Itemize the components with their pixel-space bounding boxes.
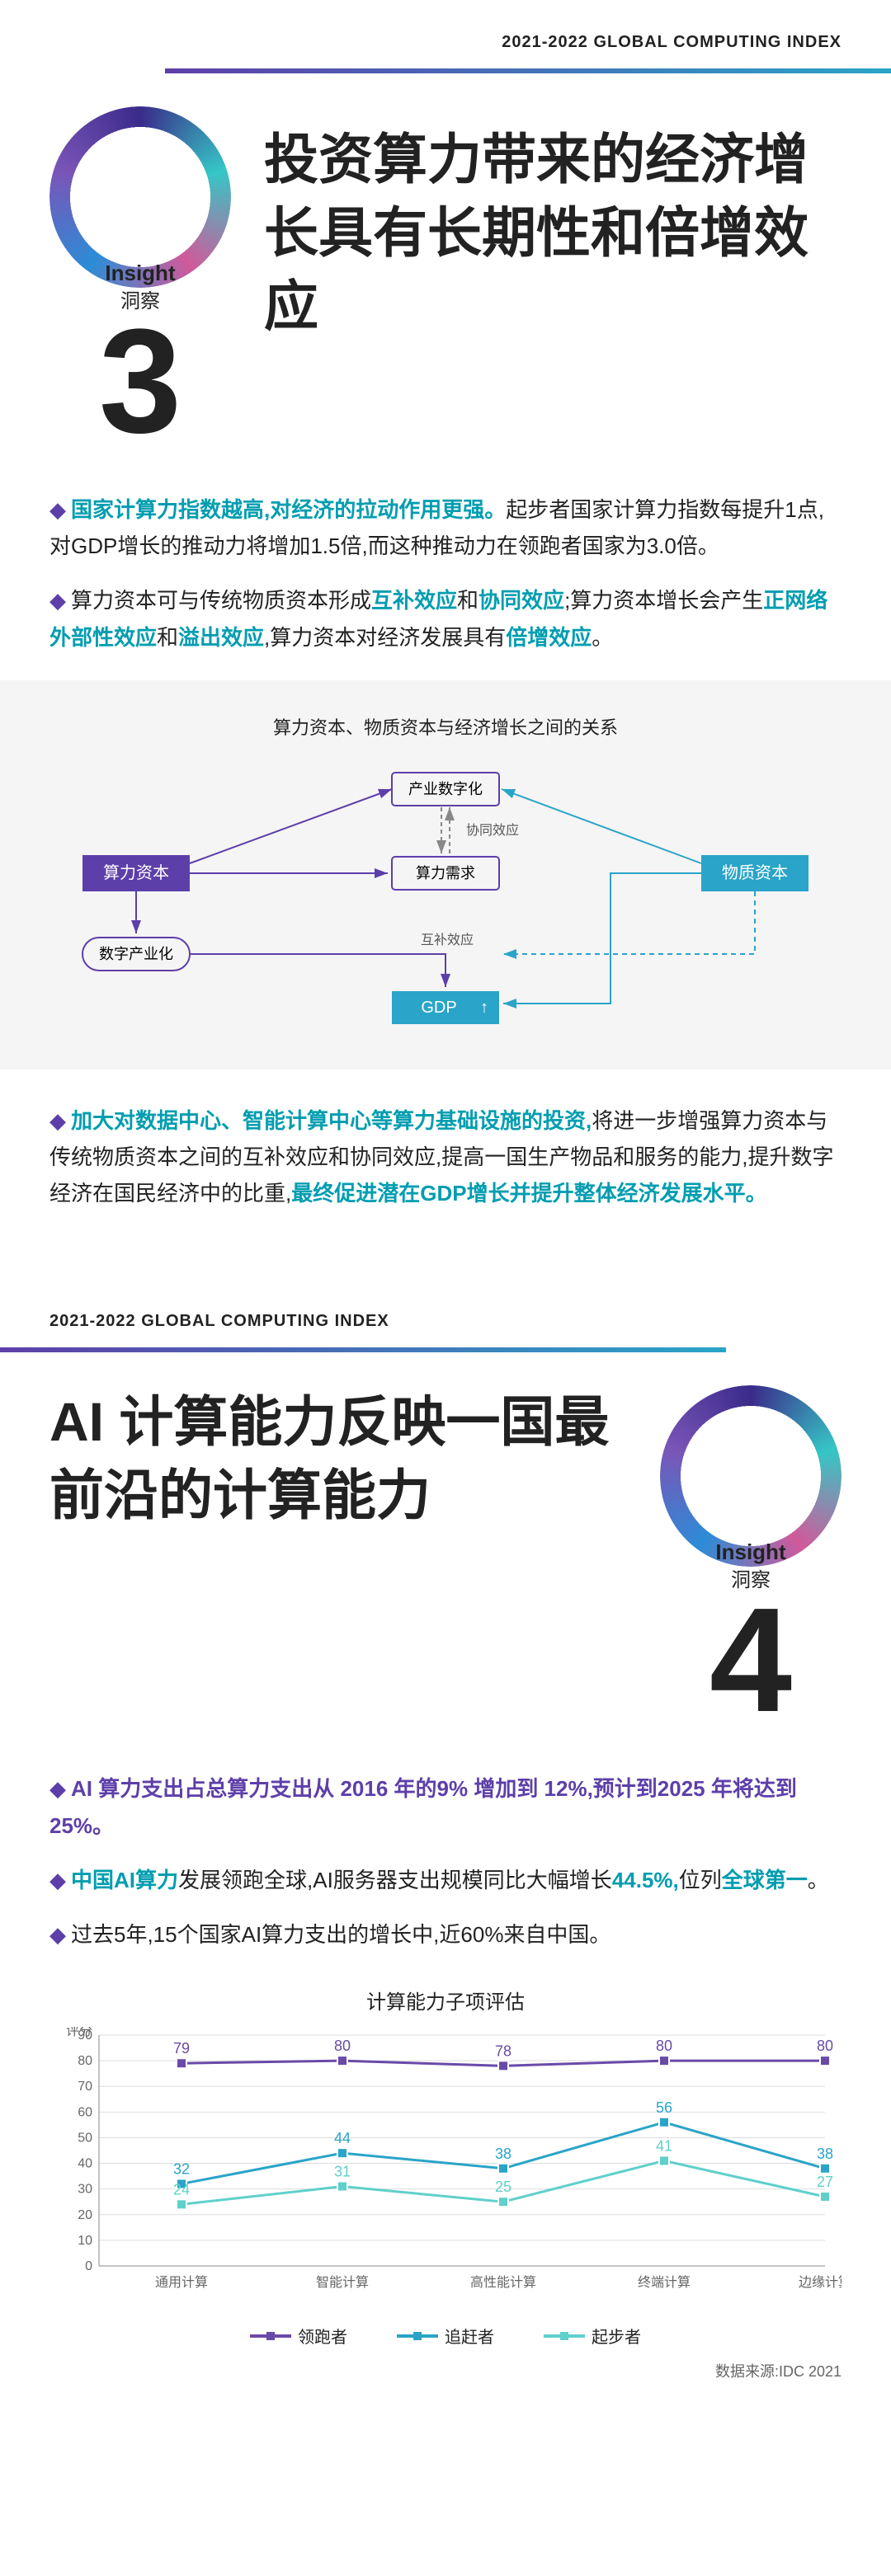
legend-swatch-chaser	[397, 2334, 438, 2338]
insight3-number: 3	[50, 296, 231, 467]
svg-text:41: 41	[656, 2138, 672, 2155]
node-industry: 产业数字化	[408, 781, 483, 797]
insight3-body: ◆国家计算力指数越高,对经济的拉动作用更强。起步者国家计算力指数每提升1点,对G…	[50, 491, 842, 656]
legend-label-chaser: 追赶者	[445, 2324, 494, 2348]
svg-text:78: 78	[495, 2042, 512, 2059]
insight3-p1-hl: 国家计算力指数越高,对经济的拉动作用更强。	[71, 497, 506, 522]
svg-text:高性能计算: 高性能计算	[470, 2274, 536, 2290]
legend-leader: 领跑者	[250, 2324, 347, 2348]
svg-text:70: 70	[78, 2080, 92, 2094]
legend-swatch-leader	[250, 2334, 291, 2338]
bullet-icon: ◆	[50, 1108, 66, 1133]
page-header-insight3: 2021-2022 GLOBAL COMPUTING INDEX	[0, 0, 891, 68]
svg-text:31: 31	[334, 2164, 351, 2180]
svg-text:24: 24	[173, 2181, 190, 2198]
legend-swatch-starter	[544, 2334, 585, 2338]
insight4-p3: ◆过去5年,15个国家AI算力支出的增长中,近60%来自中国。	[50, 1916, 842, 1953]
svg-text:30: 30	[78, 2183, 92, 2197]
chart-legend: 领跑者 追赶者 起步者	[50, 2324, 842, 2348]
insight3-badge-label: Insight 洞察	[105, 261, 175, 313]
svg-text:27: 27	[817, 2174, 833, 2190]
legend-label-starter: 起步者	[592, 2324, 641, 2348]
bullet-icon: ◆	[50, 1868, 66, 1892]
insight3-p3: ◆加大对数据中心、智能计算中心等算力基础设施的投资,将进一步增强算力资本与传统物…	[50, 1102, 842, 1212]
svg-text:80: 80	[78, 2054, 92, 2068]
header-rule-insight4	[0, 1347, 726, 1352]
insight3-body2: ◆加大对数据中心、智能计算中心等算力基础设施的投资,将进一步增强算力资本与传统物…	[50, 1102, 842, 1212]
svg-text:0: 0	[85, 2259, 92, 2273]
svg-text:38: 38	[817, 2146, 833, 2162]
insight4-block: AI 计算能力反映一国最前沿的计算能力 Insight 洞察 4	[50, 1385, 842, 1746]
insight4-label-cn: 洞察	[715, 1563, 785, 1592]
insight4-p1: ◆AI 算力支出占总算力支出从 2016 年的9% 增加到 12%,预计到202…	[50, 1770, 842, 1843]
svg-text:60: 60	[78, 2105, 92, 2119]
node-gdp: GDP	[421, 999, 456, 1017]
bullet-icon: ◆	[50, 1776, 66, 1801]
svg-text:25: 25	[495, 2179, 512, 2195]
insight3-badge-wrap: Insight 洞察 3	[50, 106, 231, 467]
svg-text:38: 38	[495, 2146, 512, 2162]
insight3-p2: ◆算力资本可与传统物质资本形成互补效应和协同效应;算力资本增长会产生正网络外部性…	[50, 582, 842, 655]
insight3-p1: ◆国家计算力指数越高,对经济的拉动作用更强。起步者国家计算力指数每提升1点,对G…	[50, 491, 842, 564]
svg-text:80: 80	[334, 2038, 351, 2054]
diagram-svg: 算力资本 物质资本 产业数字化 算力需求 数字产业化 GDP ↑ 协同效应 互补…	[66, 764, 825, 1028]
insight4-badge-wrap: Insight 洞察 4	[660, 1385, 842, 1746]
insight3-block: Insight 洞察 3 投资算力带来的经济增长具有长期性和倍增效应	[50, 106, 842, 467]
svg-text:边缘计算: 边缘计算	[799, 2274, 842, 2290]
svg-text:44: 44	[334, 2130, 351, 2146]
page-header-insight4: 2021-2022 GLOBAL COMPUTING INDEX	[0, 1279, 891, 1347]
edge-complementary: 互补效应	[421, 932, 474, 947]
svg-text:80: 80	[656, 2038, 672, 2054]
svg-text:40: 40	[78, 2157, 92, 2171]
insight3-label-en: Insight	[105, 261, 175, 286]
svg-text:智能计算: 智能计算	[316, 2274, 369, 2290]
chart-title: 计算能力子项评估	[50, 1986, 842, 2014]
insight4-title: AI 计算能力反映一国最前沿的计算能力	[50, 1385, 627, 1532]
svg-text:↑: ↑	[480, 999, 488, 1017]
insight4-p1-hl: AI 算力支出占总算力支出从 2016 年的9% 增加到 12%,预计到2025…	[50, 1776, 797, 1837]
node-demand: 算力需求	[416, 865, 475, 881]
chart-source: 数据来源:IDC 2021	[50, 2360, 842, 2381]
legend-chaser: 追赶者	[397, 2324, 494, 2348]
svg-text:80: 80	[817, 2038, 833, 2054]
svg-text:20: 20	[78, 2208, 92, 2222]
svg-text:通用计算: 通用计算	[155, 2274, 208, 2290]
insight4-badge-label: Insight 洞察	[715, 1539, 785, 1592]
chart-svg: 0102030405060708090评分通用计算智能计算高性能计算终端计算边缘…	[50, 2027, 842, 2307]
header-rule-insight3	[165, 68, 891, 73]
svg-text:10: 10	[78, 2234, 92, 2248]
node-digital: 数字产业化	[99, 946, 173, 962]
insight3-title: 投资算力带来的经济增长具有长期性和倍增效应	[264, 123, 842, 343]
svg-text:79: 79	[173, 2040, 190, 2057]
node-compute: 算力资本	[103, 863, 169, 882]
svg-text:32: 32	[173, 2161, 190, 2178]
bullet-icon: ◆	[50, 1922, 66, 1947]
insight3-label-cn: 洞察	[105, 284, 175, 313]
legend-starter: 起步者	[544, 2324, 641, 2348]
insight4-body: ◆AI 算力支出占总算力支出从 2016 年的9% 增加到 12%,预计到202…	[50, 1770, 842, 1953]
subitem-chart: 计算能力子项评估 0102030405060708090评分通用计算智能计算高性…	[50, 1986, 842, 2348]
insight4-p3-text: 过去5年,15个国家AI算力支出的增长中,近60%来自中国。	[71, 1922, 610, 1947]
relationship-diagram: 算力资本、物质资本与经济增长之间的关系 算力资本 物质资本 产业数字化 算力需求…	[0, 680, 891, 1069]
insight4-p2: ◆中国AI算力发展领跑全球,AI服务器支出规模同比大幅增长44.5%,位列全球第…	[50, 1862, 842, 1898]
svg-text:评分: 评分	[66, 2027, 92, 2038]
svg-text:56: 56	[656, 2099, 672, 2116]
node-material: 物质资本	[722, 863, 788, 882]
svg-text:50: 50	[78, 2132, 92, 2146]
edge-synergy: 协同效应	[466, 822, 519, 838]
insight4-number: 4	[660, 1575, 842, 1746]
insight4-label-en: Insight	[715, 1539, 785, 1565]
bullet-icon: ◆	[50, 497, 66, 522]
svg-text:终端计算: 终端计算	[638, 2274, 691, 2290]
bullet-icon: ◆	[50, 588, 66, 613]
diagram-title: 算力资本、物质资本与经济增长之间的关系	[50, 713, 842, 740]
legend-label-leader: 领跑者	[298, 2324, 347, 2348]
